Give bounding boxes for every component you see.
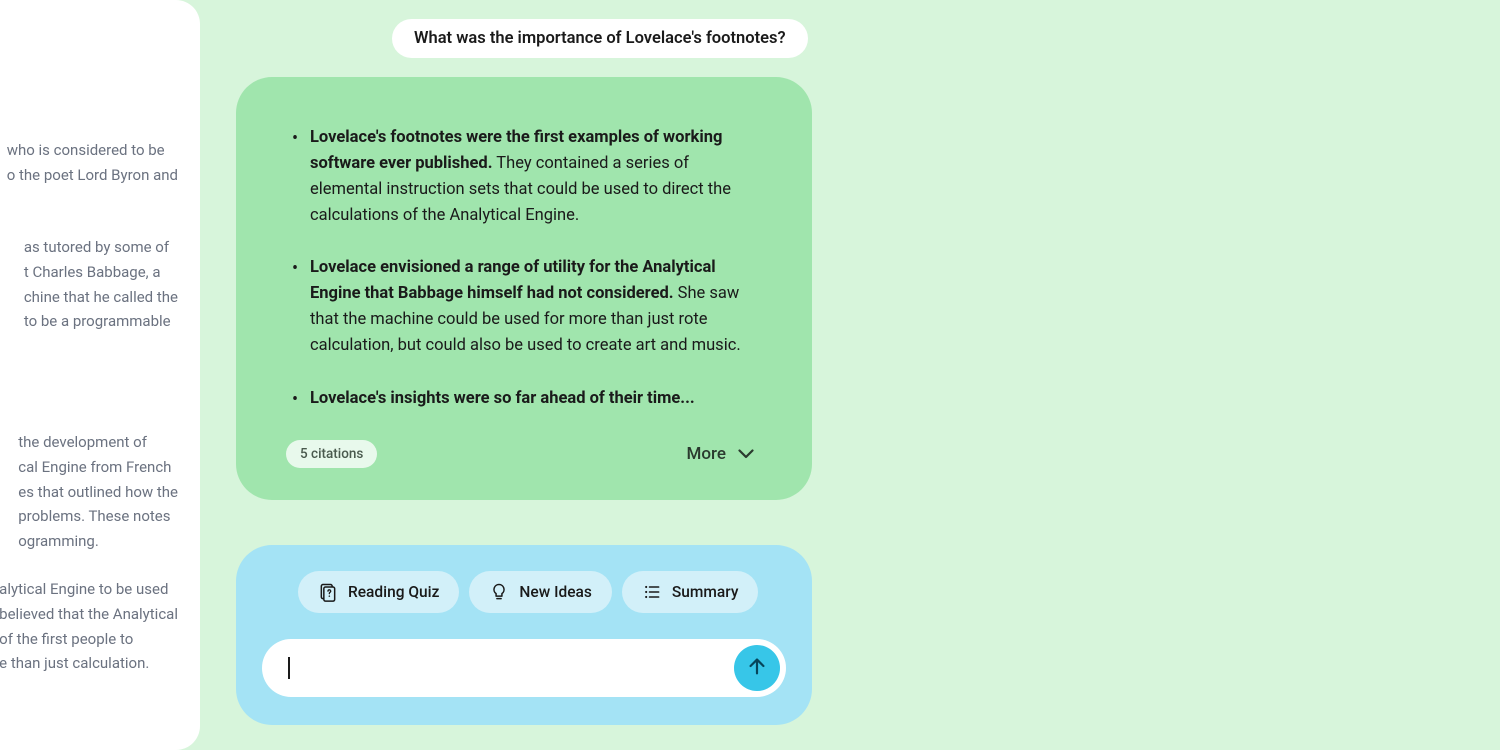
message-input[interactable] [290, 659, 735, 677]
input-panel: Reading Quiz New Ideas [236, 545, 812, 725]
user-question: What was the importance of Lovelace's fo… [392, 19, 808, 58]
quiz-icon [318, 582, 338, 602]
more-button[interactable]: More [687, 444, 762, 464]
document-paragraph: alytical Engine to be used believed that… [0, 577, 178, 676]
answer-item: Lovelace envisioned a range of utility f… [286, 255, 762, 359]
suggestion-row: Reading Quiz New Ideas [262, 571, 786, 613]
document-paragraph: as tutored by some of t Charles Babbage,… [24, 235, 178, 334]
summary-button[interactable]: Summary [622, 571, 759, 613]
arrow-up-icon [746, 655, 768, 681]
lightbulb-icon [489, 582, 509, 602]
chevron-down-icon [738, 446, 754, 462]
document-paragraph: the development of cal Engine from Frenc… [18, 430, 178, 554]
suggestion-label: Summary [672, 583, 739, 601]
answer-bold: Lovelace's insights were so far ahead of… [310, 389, 695, 408]
document-paragraph: who is considered to be o the poet Lord … [7, 138, 178, 188]
new-ideas-button[interactable]: New Ideas [469, 571, 611, 613]
list-icon [642, 582, 662, 602]
citations-badge[interactable]: 5 citations [286, 440, 377, 468]
send-button[interactable] [734, 645, 780, 691]
more-label: More [687, 444, 726, 464]
suggestion-label: New Ideas [519, 583, 591, 601]
input-row [262, 639, 786, 697]
document-panel: who is considered to be o the poet Lord … [0, 0, 200, 750]
answer-item: Lovelace's footnotes were the first exam… [286, 125, 762, 229]
answer-list: Lovelace's footnotes were the first exam… [286, 125, 762, 412]
answer-item: Lovelace's insights were so far ahead of… [286, 386, 762, 412]
answer-bold: Lovelace envisioned a range of utility f… [310, 258, 716, 303]
reading-quiz-button[interactable]: Reading Quiz [298, 571, 459, 613]
answer-card: Lovelace's footnotes were the first exam… [236, 77, 812, 500]
answer-footer: 5 citations More [286, 440, 762, 468]
suggestion-label: Reading Quiz [348, 583, 439, 601]
